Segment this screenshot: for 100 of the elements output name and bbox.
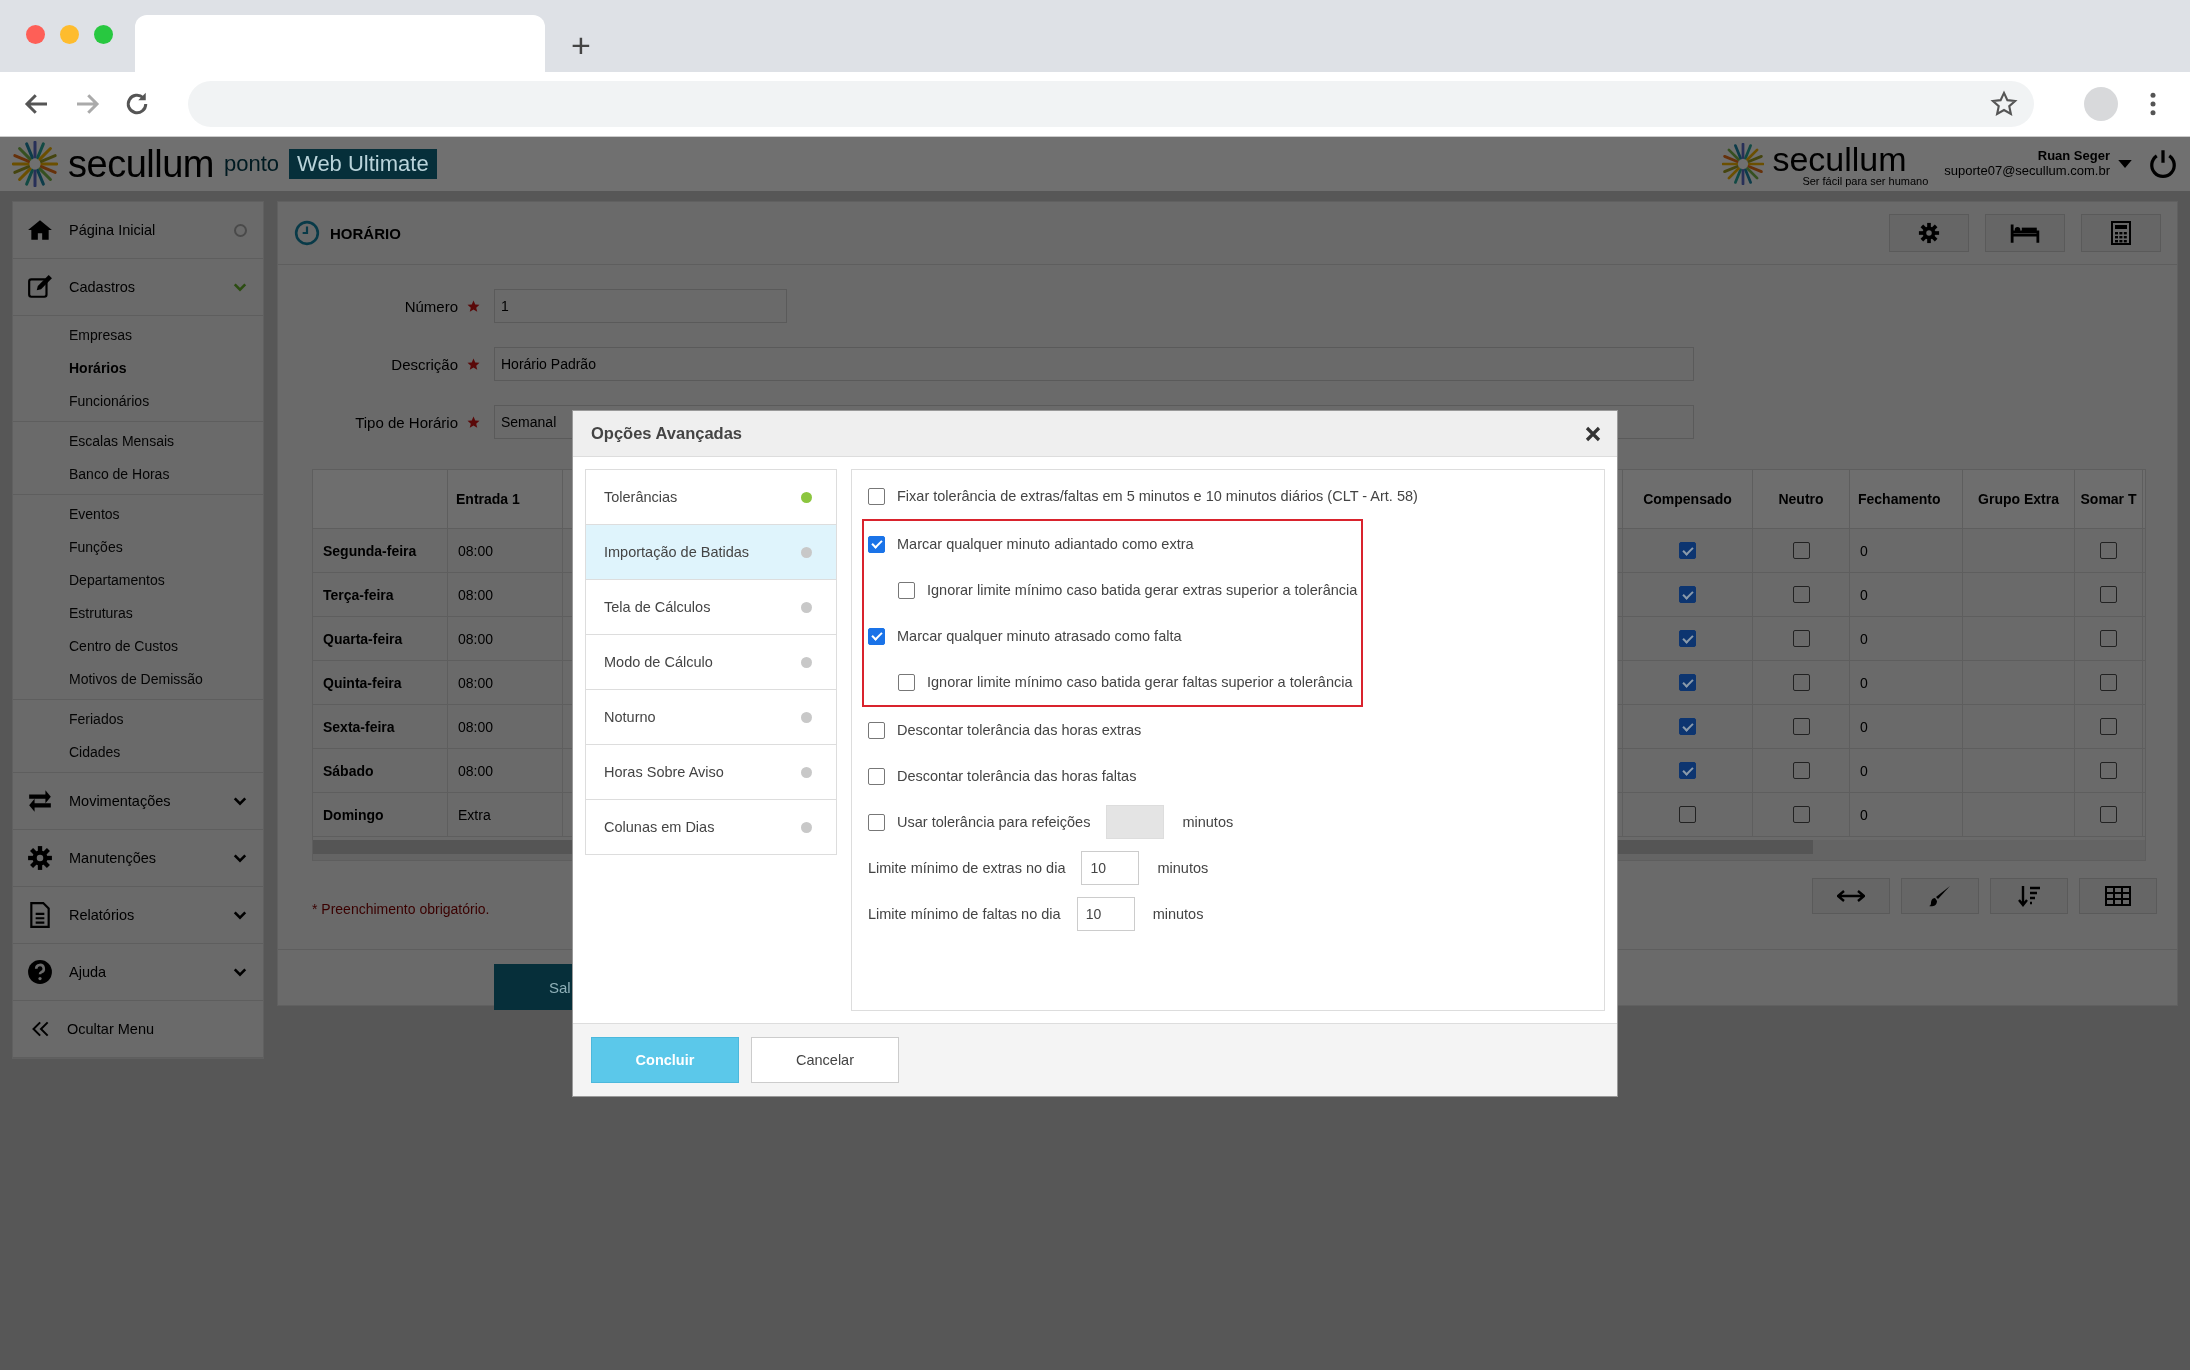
category-tab[interactable]: Horas Sobre Aviso bbox=[586, 745, 836, 800]
checkbox[interactable] bbox=[1792, 674, 1810, 691]
star-icon[interactable] bbox=[1990, 90, 2018, 118]
sort-button[interactable] bbox=[1990, 878, 2068, 914]
menu-item[interactable]: Ocultar Menu bbox=[13, 1001, 263, 1058]
checkbox[interactable] bbox=[2100, 630, 2117, 647]
category-tab[interactable]: Noturno bbox=[586, 690, 836, 745]
menu-item[interactable]: Ajuda bbox=[13, 944, 263, 1001]
text-field[interactable]: 1 bbox=[494, 289, 787, 323]
menu-item[interactable]: Manutenções bbox=[13, 830, 263, 887]
checkbox[interactable] bbox=[2100, 718, 2117, 735]
table-cell: Quinta-feira bbox=[313, 661, 448, 704]
submenu-item[interactable]: Centro de Custos bbox=[13, 630, 263, 663]
table-cell: 0 bbox=[1850, 573, 1963, 616]
checkbox[interactable] bbox=[868, 767, 885, 785]
caret-icon[interactable] bbox=[2118, 159, 2132, 169]
checkbox[interactable] bbox=[1679, 718, 1696, 735]
new-tab-button[interactable]: + bbox=[545, 28, 591, 72]
minutes-field[interactable]: 10 bbox=[1081, 851, 1140, 885]
category-tab[interactable]: Importação de Batidas bbox=[586, 525, 836, 580]
checkbox[interactable] bbox=[868, 721, 885, 739]
checkbox[interactable] bbox=[2100, 542, 2117, 559]
minutes-field[interactable]: 10 bbox=[1076, 897, 1135, 931]
option-label: Ignorar limite mínimo caso batida gerar extras superior a tolerância bbox=[927, 582, 1358, 598]
chevron-down-icon[interactable] bbox=[233, 853, 247, 863]
option-label: Marcar qualquer minuto adiantado como extra bbox=[897, 536, 1194, 552]
option-label: Fixar tolerância de extras/faltas em 5 minutos e 10 minutos diários (CLT - Art. 58) bbox=[897, 488, 1418, 504]
checkbox[interactable] bbox=[898, 673, 915, 691]
submenu-item[interactable]: Motivos de Demissão bbox=[13, 663, 263, 696]
sort-icon bbox=[2017, 884, 2041, 908]
checkbox[interactable] bbox=[868, 627, 885, 645]
menu-item[interactable]: Movimentações bbox=[13, 773, 263, 830]
submenu-item[interactable]: Banco de Horas bbox=[13, 458, 263, 491]
grid-button[interactable] bbox=[2079, 878, 2157, 914]
table-cell: Sexta-feira bbox=[313, 705, 448, 748]
submenu-item[interactable]: Cidades bbox=[13, 736, 263, 769]
submenu-item[interactable]: Departamentos bbox=[13, 564, 263, 597]
checkbox[interactable] bbox=[2100, 762, 2117, 779]
checkbox[interactable] bbox=[2100, 806, 2117, 823]
bed-icon bbox=[2010, 222, 2040, 244]
checkbox[interactable] bbox=[1679, 630, 1696, 647]
checkbox[interactable] bbox=[868, 487, 885, 505]
submenu-item[interactable]: Estruturas bbox=[13, 597, 263, 630]
option-label: Usar tolerância para refeições bbox=[897, 814, 1091, 830]
submenu-item[interactable]: Eventos bbox=[13, 498, 263, 531]
table-cell: 0 bbox=[1850, 529, 1963, 572]
checkbox[interactable] bbox=[1792, 542, 1810, 559]
checkbox[interactable] bbox=[1679, 542, 1696, 559]
partner-logo-icon bbox=[1722, 143, 1765, 185]
checkbox[interactable] bbox=[1792, 762, 1810, 779]
close-window-icon[interactable] bbox=[26, 25, 45, 44]
checkbox[interactable] bbox=[2100, 586, 2117, 603]
chevron-down-icon[interactable] bbox=[233, 282, 247, 292]
category-tab[interactable]: Tela de Cálculos bbox=[586, 580, 836, 635]
checkbox[interactable] bbox=[1679, 806, 1696, 823]
chevron-down-icon[interactable] bbox=[233, 967, 247, 977]
checkbox[interactable] bbox=[1792, 806, 1810, 823]
checkbox[interactable] bbox=[2100, 674, 2117, 691]
checkbox[interactable] bbox=[1792, 718, 1810, 735]
text-field[interactable]: Horário Padrão bbox=[494, 347, 1694, 381]
bed-button[interactable] bbox=[1985, 214, 2065, 252]
submenu-item[interactable]: Horários bbox=[13, 352, 263, 385]
chevron-down-icon[interactable] bbox=[233, 796, 247, 806]
column-header: Fechamento bbox=[1850, 470, 1963, 528]
menu-item[interactable]: Cadastros bbox=[13, 259, 263, 316]
submenu-item[interactable]: Escalas Mensais bbox=[13, 425, 263, 458]
table-cell: 08:00 bbox=[448, 705, 563, 748]
submenu-item[interactable]: Funcionários bbox=[13, 385, 263, 418]
table-cell: 08:00 bbox=[448, 573, 563, 616]
checkbox[interactable] bbox=[1679, 674, 1696, 691]
user-menu[interactable]: Ruan Seger suporte07@secullum.com.br bbox=[1944, 149, 2110, 179]
category-tab[interactable]: Modo de Cálculo bbox=[586, 635, 836, 690]
checkbox[interactable] bbox=[1792, 630, 1810, 647]
clock-icon bbox=[294, 220, 320, 246]
checkbox[interactable] bbox=[898, 581, 915, 599]
checkbox[interactable] bbox=[868, 535, 885, 553]
submenu-item[interactable]: Funções bbox=[13, 531, 263, 564]
submenu-item[interactable]: Empresas bbox=[13, 319, 263, 352]
menu-item[interactable]: Página Inicial bbox=[13, 202, 263, 259]
table-cell: Domingo bbox=[313, 793, 448, 836]
unit-label: minutos bbox=[1182, 814, 1234, 830]
cancel-button[interactable]: Cancelar bbox=[751, 1037, 899, 1083]
calculator-button[interactable] bbox=[2081, 214, 2161, 252]
column-header: Neutro bbox=[1753, 470, 1850, 528]
checkbox[interactable] bbox=[1792, 586, 1810, 603]
option-label: Ignorar limite mínimo caso batida gerar faltas superior a tolerância bbox=[927, 674, 1353, 690]
close-icon[interactable] bbox=[1585, 425, 1601, 442]
power-icon[interactable] bbox=[2148, 149, 2178, 179]
page-title: HORÁRIO bbox=[330, 224, 401, 242]
column-header: Compensado bbox=[1623, 470, 1753, 528]
checkbox[interactable] bbox=[1679, 586, 1696, 603]
brush-button[interactable] bbox=[1901, 878, 1979, 914]
table-cell: 08:00 bbox=[448, 661, 563, 704]
category-tab[interactable]: Colunas em Dias bbox=[586, 800, 836, 854]
submenu-item[interactable]: Feriados bbox=[13, 703, 263, 736]
menu-item[interactable]: Relatórios bbox=[13, 887, 263, 944]
settings-button[interactable] bbox=[1889, 214, 1969, 252]
resize-columns-button[interactable] bbox=[1812, 878, 1890, 914]
checkbox[interactable] bbox=[1679, 762, 1696, 779]
chevron-down-icon[interactable] bbox=[233, 910, 247, 920]
